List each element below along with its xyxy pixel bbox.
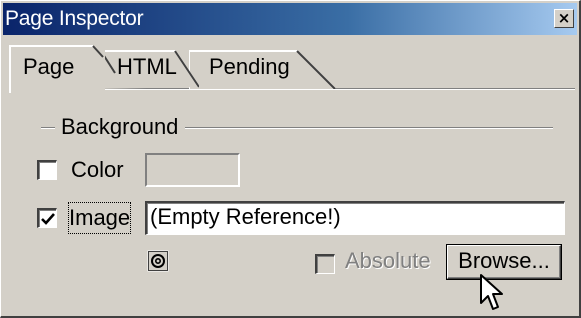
- browse-button[interactable]: Browse...: [447, 245, 561, 279]
- tab-html[interactable]: HTML: [95, 49, 199, 89]
- color-swatch[interactable]: [145, 153, 240, 187]
- absolute-label: Absolute: [345, 248, 431, 273]
- absolute-checkbox[interactable]: [315, 254, 335, 274]
- checkmark-icon: [41, 213, 55, 225]
- color-checkbox[interactable]: [37, 160, 57, 180]
- page-inspector-window: Page Inspector × Pending HTML Page Backg…: [0, 0, 581, 318]
- group-divider-right: [185, 127, 553, 129]
- close-button[interactable]: ×: [554, 9, 574, 28]
- mouse-cursor-icon: [480, 274, 503, 310]
- background-group-label: Background: [61, 114, 179, 139]
- image-label[interactable]: Image: [67, 202, 132, 234]
- tab-pending-label: Pending: [209, 54, 290, 79]
- image-reference-field[interactable]: (Empty Reference!): [145, 201, 565, 235]
- tab-pending[interactable]: Pending: [189, 49, 341, 89]
- tab-html-label: HTML: [117, 54, 177, 79]
- color-label[interactable]: Color: [71, 155, 124, 185]
- tab-page[interactable]: Page: [9, 45, 105, 93]
- close-icon: ×: [557, 9, 571, 27]
- title-bar[interactable]: Page Inspector ×: [3, 3, 577, 35]
- tab-strip: Pending HTML Page: [9, 41, 579, 93]
- point-and-shoot-icon[interactable]: [147, 250, 169, 272]
- window-title: Page Inspector: [5, 7, 144, 30]
- group-divider-left: [41, 127, 55, 129]
- image-checkbox[interactable]: [37, 208, 57, 228]
- tab-page-label: Page: [23, 54, 75, 79]
